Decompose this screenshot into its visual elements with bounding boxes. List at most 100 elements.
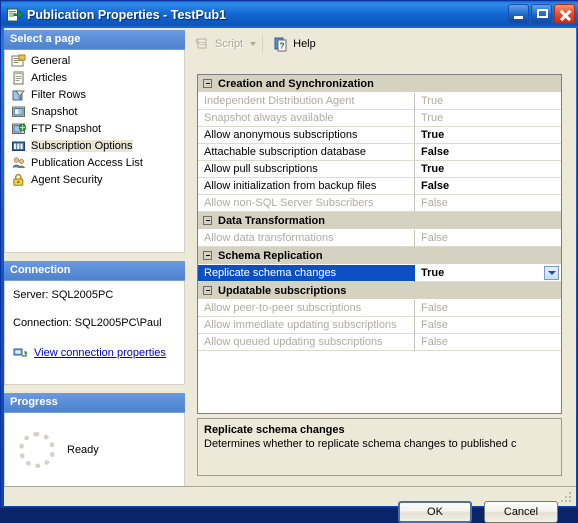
right-pane: Script ? Help Creation and Synchronizati…	[187, 28, 576, 506]
grid-category-label: Data Transformation	[218, 214, 325, 227]
script-icon	[195, 36, 211, 52]
sidebar-item-filter-rows[interactable]: Filter Rows	[5, 87, 184, 103]
sidebar-item-label: General	[31, 55, 71, 67]
grid-row-selected[interactable]: Replicate schema changes True	[198, 265, 561, 282]
grid-row-name: Allow initialization from backup files	[198, 178, 415, 195]
grid-category-label: Schema Replication	[218, 249, 323, 262]
grid-row[interactable]: Allow immediate updating subscriptions F…	[198, 317, 561, 334]
grid-row-name: Allow immediate updating subscriptions	[198, 317, 415, 334]
sidebar-item-label: Filter Rows	[31, 89, 87, 101]
grid-row-name: Allow queued updating subscriptions	[198, 334, 415, 351]
property-description-panel: Replicate schema changes Determines whet…	[197, 418, 562, 476]
grid-row-name: Replicate schema changes	[198, 265, 415, 282]
left-pane: Select a page General Articles Filter Ro…	[4, 30, 185, 493]
grid-row[interactable]: Independent Distribution Agent True	[198, 93, 561, 110]
agent-security-page-icon	[11, 172, 27, 188]
sidebar-item-ftp-snapshot[interactable]: FTP Snapshot	[5, 121, 184, 137]
progress-panel: Ready	[4, 413, 185, 487]
sidebar-item-agent-security[interactable]: Agent Security	[5, 172, 184, 188]
sidebar-item-subscription-options[interactable]: Subscription Options	[5, 138, 184, 154]
connection-header: Connection	[4, 261, 185, 281]
sidebar-item-label: Articles	[31, 72, 68, 84]
sidebar-item-general[interactable]: General	[5, 53, 184, 69]
svg-text:?: ?	[280, 42, 285, 51]
sidebar-item-articles[interactable]: Articles	[5, 70, 184, 86]
description-text: Determines whether to replicate schema c…	[204, 438, 517, 450]
ftp-snapshot-page-icon	[11, 121, 27, 137]
grid-row-value-combobox[interactable]: True	[415, 265, 561, 282]
chevron-down-icon[interactable]	[544, 266, 559, 280]
grid-row[interactable]: Allow peer-to-peer subscriptions False	[198, 300, 561, 317]
maximize-button[interactable]	[531, 4, 552, 24]
grid-row-value[interactable]: False	[415, 178, 561, 195]
grid-row-name: Allow peer-to-peer subscriptions	[198, 300, 415, 317]
grid-row[interactable]: Snapshot always available True	[198, 110, 561, 127]
grid-row-value[interactable]: True	[415, 161, 561, 178]
grid-row-name: Allow anonymous subscriptions	[198, 127, 415, 144]
snapshot-page-icon	[11, 104, 27, 120]
description-title: Replicate schema changes	[204, 424, 345, 436]
articles-page-icon	[11, 70, 27, 86]
grid-category-label: Updatable subscriptions	[218, 284, 347, 297]
grid-row[interactable]: Allow queued updating subscriptions Fals…	[198, 334, 561, 351]
view-connection-properties-row[interactable]: View connection properties	[13, 345, 184, 361]
script-button[interactable]: Script	[191, 33, 260, 55]
connection-user: Connection: SQL2005PC\Paul	[13, 317, 162, 329]
toolbar-separator	[262, 35, 264, 53]
grid-category-row[interactable]: Schema Replication	[198, 247, 561, 265]
title-bar[interactable]: Publication Properties - TestPub1	[1, 1, 578, 28]
collapse-icon[interactable]	[203, 286, 212, 295]
ok-button[interactable]: OK	[398, 501, 472, 523]
sidebar-item-label: Subscription Options	[31, 140, 133, 152]
window-title: Publication Properties - TestPub1	[27, 7, 227, 22]
cancel-button[interactable]: Cancel	[484, 501, 558, 523]
sidebar-item-publication-access-list[interactable]: Publication Access List	[5, 155, 184, 171]
collapse-icon[interactable]	[203, 251, 212, 260]
grid-row-value[interactable]: True	[415, 127, 561, 144]
grid-row-value: True	[415, 93, 561, 110]
grid-row[interactable]: Allow anonymous subscriptions True	[198, 127, 561, 144]
grid-row-name: Snapshot always available	[198, 110, 415, 127]
script-label: Script	[215, 38, 244, 50]
filter-rows-page-icon	[11, 87, 27, 103]
help-button[interactable]: ? Help	[269, 33, 320, 55]
sidebar-item-label: Snapshot	[31, 106, 78, 118]
publication-access-list-page-icon	[11, 155, 27, 171]
connection-server: Server: SQL2005PC	[13, 289, 114, 301]
grid-row-value[interactable]: False	[415, 144, 561, 161]
general-page-icon	[11, 53, 27, 69]
select-page-header: Select a page	[4, 30, 185, 50]
grid-row-name: Independent Distribution Agent	[198, 93, 415, 110]
grid-category-row[interactable]: Creation and Synchronization	[198, 75, 561, 93]
property-grid[interactable]: Creation and Synchronization Independent…	[197, 74, 562, 414]
grid-row-name: Allow pull subscriptions	[198, 161, 415, 178]
progress-spinner-icon	[19, 431, 55, 468]
grid-row[interactable]: Allow data transformations False	[198, 230, 561, 247]
grid-row[interactable]: Attachable subscription database False	[198, 144, 561, 161]
page-list[interactable]: General Articles Filter Rows Snapshot FT…	[4, 50, 185, 253]
grid-category-row[interactable]: Data Transformation	[198, 212, 561, 230]
grid-row[interactable]: Allow initialization from backup files F…	[198, 178, 561, 195]
grid-row-value: False	[415, 195, 561, 212]
grid-row-name: Allow non-SQL Server Subscribers	[198, 195, 415, 212]
minimize-button[interactable]	[508, 4, 529, 24]
sidebar-item-label: Agent Security	[31, 174, 103, 186]
grid-row-name: Allow data transformations	[198, 230, 415, 247]
help-icon: ?	[273, 36, 289, 52]
chevron-down-icon[interactable]	[250, 42, 257, 46]
close-button[interactable]	[554, 4, 575, 24]
sidebar-item-label: Publication Access List	[31, 157, 143, 169]
collapse-icon[interactable]	[203, 216, 212, 225]
progress-status: Ready	[67, 443, 99, 456]
grid-row[interactable]: Allow pull subscriptions True	[198, 161, 561, 178]
dialog-client-area: Select a page General Articles Filter Ro…	[4, 28, 576, 523]
grid-category-row[interactable]: Updatable subscriptions	[198, 282, 561, 300]
grid-row[interactable]: Allow non-SQL Server Subscribers False	[198, 195, 561, 212]
sidebar-item-snapshot[interactable]: Snapshot	[5, 104, 184, 120]
window-controls	[508, 4, 575, 24]
grid-row-value: False	[415, 317, 561, 334]
publication-properties-window: Publication Properties - TestPub1 Select…	[0, 0, 578, 523]
view-connection-properties-link[interactable]: View connection properties	[34, 347, 166, 359]
collapse-icon[interactable]	[203, 79, 212, 88]
resize-grip[interactable]	[561, 492, 573, 504]
